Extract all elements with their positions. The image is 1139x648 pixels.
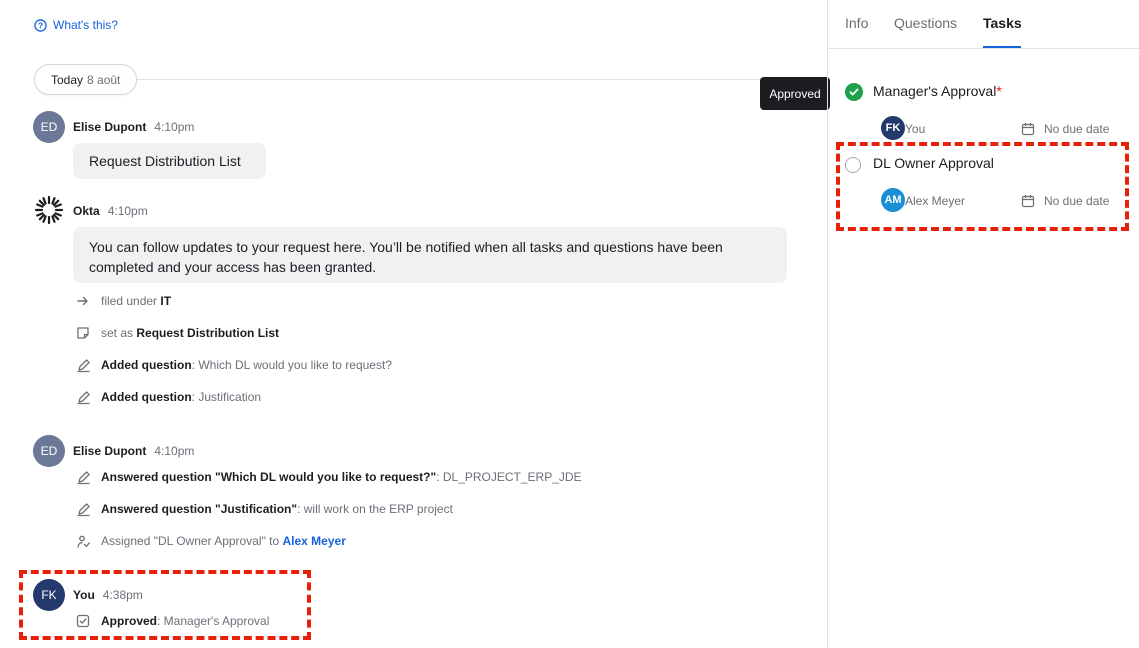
event-value: IT [160,294,172,308]
due-date[interactable]: No due date [1044,122,1109,136]
assignee-name: You [905,122,926,136]
whats-this-label[interactable]: What's this? [53,18,118,32]
event-text: filed under IT [101,294,171,308]
edit-icon [75,357,91,373]
assign-user-icon [75,533,91,549]
sender-name: Elise Dupont [73,120,147,134]
event-prefix: filed under [101,294,161,308]
checkbox-checked-icon [75,613,91,629]
event-rest: : Which DL would you like to request? [191,358,392,372]
calendar-icon [1021,123,1035,136]
event-filed: filed under IT [75,292,171,310]
message-header: Okta 4:10pm [73,204,148,218]
help-icon: ? [34,18,47,32]
edit-icon [75,469,91,485]
event-bold: Added question [101,358,192,372]
message-header: Elise Dupont 4:10pm [73,444,194,458]
event-bold: Added question [101,390,192,404]
assignee-link[interactable]: Alex Meyer [283,534,346,548]
event-answered-question: Answered question "Which DL would you li… [75,468,582,486]
assignee-avatar: AM [881,188,905,212]
day-pill: Today 8 août [34,64,138,95]
event-bold: Answered question "Justification" [101,502,298,516]
event-set-as: set as Request Distribution List [75,324,279,342]
message-time: 4:10pm [107,204,148,218]
svg-text:?: ? [38,20,43,30]
tab-tasks[interactable]: Tasks [983,15,1022,31]
event-added-question: Added question: Which DL would you like … [75,356,392,374]
tab-questions[interactable]: Questions [894,15,957,31]
edit-icon [75,389,91,405]
assignee-avatar: FK [881,116,905,140]
event-text: Answered question "Justification": will … [101,502,453,516]
message-header: You 4:38pm [73,588,143,602]
arrow-right-icon [75,293,91,309]
day-label: Today [51,72,84,87]
task-complete-icon[interactable] [845,83,863,101]
event-rest: : Justification [191,390,262,404]
message-time: 4:10pm [154,444,195,458]
event-text: Added question: Justification [101,390,261,404]
event-bold: Approved [101,614,158,628]
conversation-pane: ? What's this? Today 8 août Approved ED … [0,0,830,648]
panel-tabs: Info Questions Tasks [828,0,1139,49]
event-rest: : DL_PROJECT_ERP_JDE [436,470,582,484]
event-assigned: Assigned "DL Owner Approval" to Alex Mey… [75,532,346,550]
message-header: Elise Dupont 4:10pm [73,120,194,134]
due-date[interactable]: No due date [1044,194,1109,208]
message-bubble: Request Distribution List [73,143,266,179]
calendar-icon [1021,195,1035,208]
active-tab-indicator [983,46,1021,48]
avatar[interactable]: ED [33,111,65,143]
note-icon [75,325,91,341]
message-time: 4:10pm [154,120,195,134]
message-time: 4:38pm [102,588,143,602]
task-title[interactable]: DL Owner Approval [873,155,994,171]
avatar[interactable]: ED [33,435,65,467]
day-divider [34,79,794,80]
tab-info[interactable]: Info [845,15,868,31]
message-bubble: You can follow updates to your request h… [73,227,787,283]
event-rest: : will work on the ERP project [297,502,453,516]
event-prefix: set as [101,326,137,340]
task-pending-icon[interactable] [845,157,861,173]
edit-icon [75,501,91,517]
assignee-name: Alex Meyer [905,194,966,208]
event-text: Approved: Manager's Approval [101,614,269,628]
okta-logo-icon [34,195,64,225]
sender-name: Okta [73,204,100,218]
event-approved: Approved: Manager's Approval [75,612,269,630]
event-answered-question: Answered question "Justification": will … [75,500,453,518]
event-text: Answered question "Which DL would you li… [101,470,582,484]
task-title[interactable]: Manager's Approval* [873,83,1002,99]
event-value: Request Distribution List [136,326,280,340]
event-text: Assigned "DL Owner Approval" to Alex Mey… [101,534,346,548]
approved-tooltip: Approved [760,77,830,110]
event-text: Added question: Which DL would you like … [101,358,392,372]
event-text: set as Request Distribution List [101,326,279,340]
side-panel: Info Questions Tasks Manager's Approval*… [827,0,1139,648]
task-title-text: Manager's Approval [873,83,997,99]
required-mark: * [996,83,1002,99]
event-added-question: Added question: Justification [75,388,261,406]
event-prefix: Assigned "DL Owner Approval" to [101,534,283,548]
avatar[interactable]: FK [33,579,65,611]
sender-name: You [73,588,95,602]
day-date: 8 août [87,72,121,87]
whats-this-link[interactable]: ? What's this? [34,18,118,32]
event-bold: Answered question "Which DL would you li… [101,470,437,484]
sender-name: Elise Dupont [73,444,147,458]
event-rest: : Manager's Approval [157,614,270,628]
